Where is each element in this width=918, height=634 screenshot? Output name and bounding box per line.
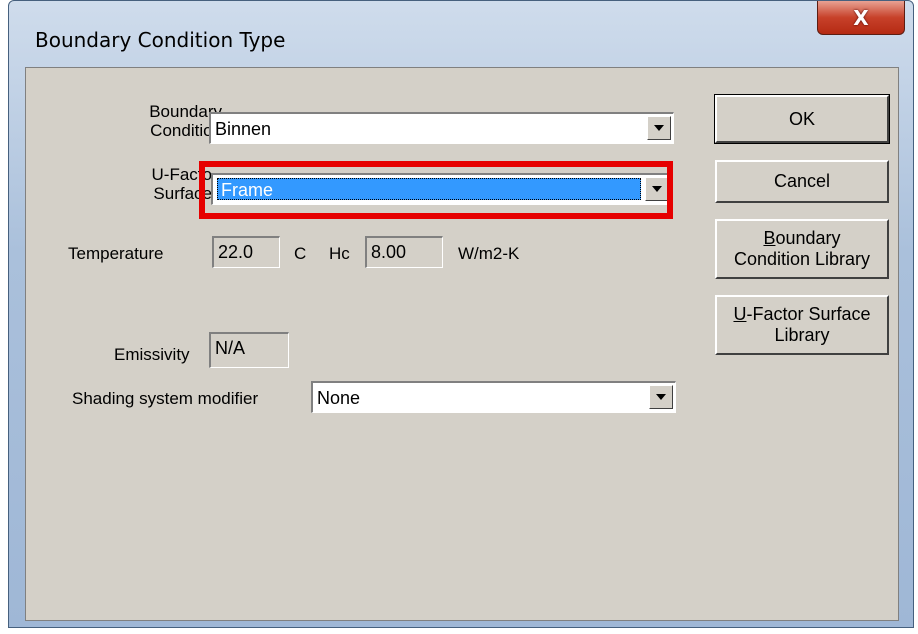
temperature-label: Temperature: [68, 244, 164, 263]
ufactor-surface-label: U-Facto Surface: [151, 165, 212, 203]
boundary-condition-value: Binnen: [215, 119, 272, 139]
boundary-condition-library-button[interactable]: Boundary Condition Library: [715, 219, 889, 279]
shading-modifier-value: None: [317, 388, 361, 408]
shading-modifier-select[interactable]: None: [311, 381, 676, 413]
emissivity-label: Emissivity: [114, 345, 190, 364]
hc-field: 8.00: [365, 236, 443, 268]
temperature-unit: C: [294, 244, 307, 263]
dialog-window: Boundary Condition Type X Boundary Condi…: [8, 0, 914, 628]
hc-label: Hc: [329, 244, 350, 263]
temperature-field: 22.0: [212, 236, 280, 268]
hc-unit: W/m2-K: [458, 244, 520, 263]
chevron-down-icon[interactable]: [649, 385, 673, 409]
shading-modifier-label: Shading system modifier: [72, 389, 259, 408]
title-bar[interactable]: Boundary Condition Type X: [9, 1, 913, 67]
boundary-condition-select[interactable]: Binnen: [209, 112, 674, 144]
ok-button[interactable]: OK: [714, 94, 890, 144]
ufactor-surface-library-button[interactable]: U-Factor Surface Library: [715, 295, 889, 355]
window-title: Boundary Condition Type: [35, 28, 286, 52]
close-icon: X: [853, 5, 869, 30]
chevron-down-icon[interactable]: [647, 116, 671, 140]
close-button[interactable]: X: [817, 1, 905, 35]
selection-highlight-box: [199, 161, 673, 219]
boundary-condition-label: Boundary Condition: [149, 102, 222, 140]
cancel-button[interactable]: Cancel: [715, 160, 889, 203]
emissivity-field: N/A: [209, 332, 289, 368]
